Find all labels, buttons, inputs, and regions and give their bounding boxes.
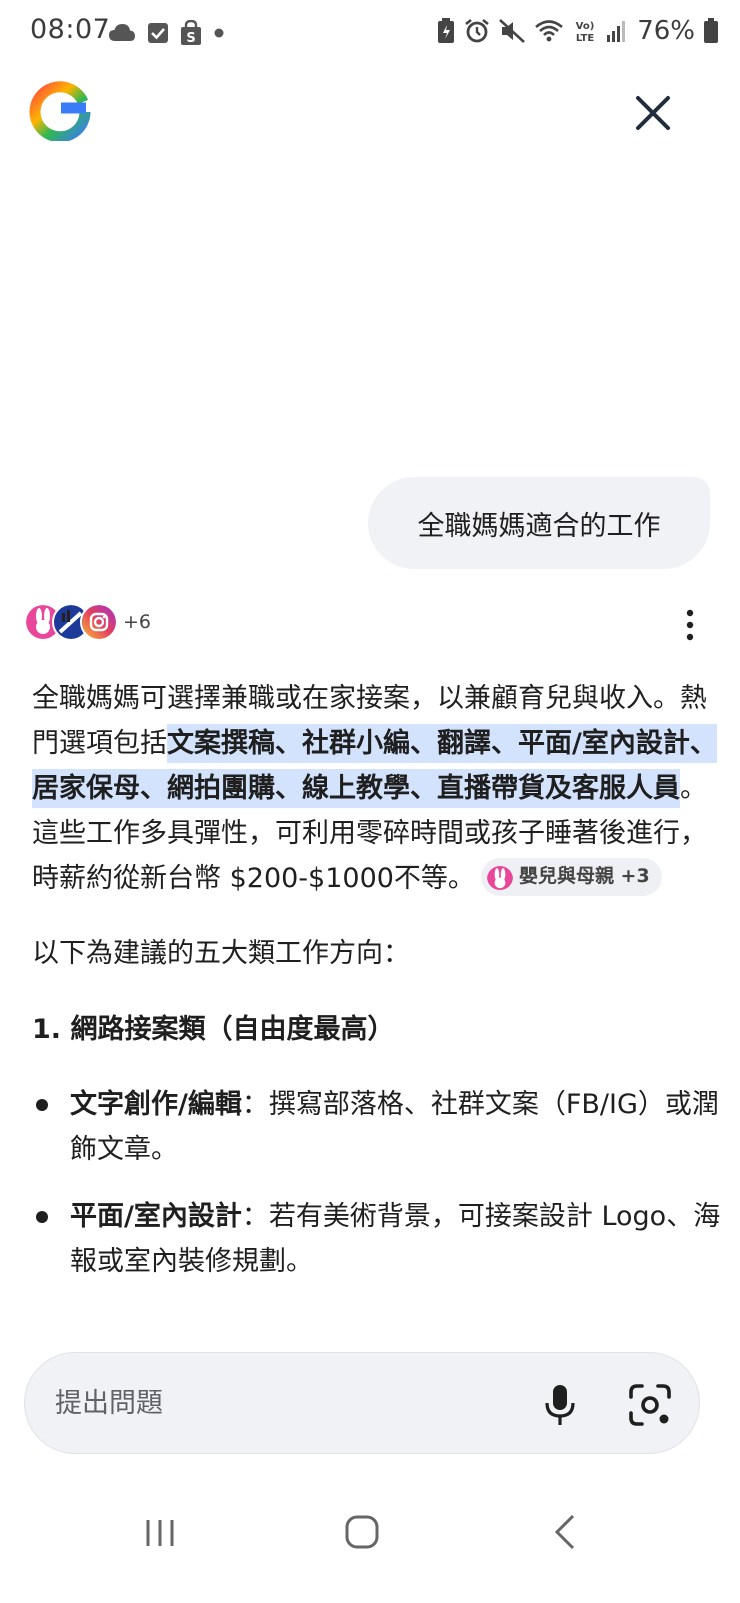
camera-lens-icon[interactable] — [628, 1383, 672, 1427]
sources-more-count: +6 — [123, 611, 152, 633]
volte-icon: Vo)LTE — [576, 21, 595, 44]
battery-percentage: 76% — [637, 16, 695, 46]
user-query-bubble: 全職媽媽適合的工作 — [368, 477, 710, 569]
cloud-icon — [109, 24, 135, 41]
bullet-list: 文字創作/編輯：撰寫部落格、社群文案（FB/IG）或潤飾文章。 平面/室內設計：… — [32, 1082, 722, 1284]
ask-input-bar — [24, 1352, 700, 1454]
list-item: 文字創作/編輯：撰寫部落格、社群文案（FB/IG）或潤飾文章。 — [32, 1082, 722, 1172]
navigation-bar — [0, 1490, 740, 1570]
microphone-icon[interactable] — [540, 1383, 580, 1427]
mute-icon — [499, 19, 526, 43]
svg-text:Vo): Vo) — [576, 21, 595, 32]
list-item: 平面/室內設計：若有美術背景，可接案設計 Logo、海報或室內裝修規劃。 — [32, 1194, 722, 1284]
wifi-icon — [535, 20, 564, 42]
home-icon[interactable] — [338, 1508, 386, 1556]
section-heading: 1. 網路接案類（自由度最高） — [32, 1014, 395, 1045]
battery-saver-icon — [438, 18, 455, 43]
citation-chip-label: 嬰兒與母親 +3 — [518, 865, 650, 887]
status-bar: 08:07 S Vo) LTE 76% — [0, 0, 740, 70]
shopping-bag-icon: S — [181, 20, 201, 46]
signal-icon — [607, 21, 626, 42]
svg-text:S: S — [186, 31, 195, 46]
citation-chip[interactable]: 嬰兒與母親 +3 — [480, 857, 662, 896]
status-time: 08:07 — [30, 14, 111, 45]
ai-answer: 全職媽媽可選擇兼職或在家接案，以兼顧育兒與收入。熱門選項包括文案撰稿、社群小編、… — [32, 676, 722, 1306]
google-g-logo — [29, 81, 91, 141]
scroll-fade — [0, 1290, 740, 1350]
status-system-icons: Vo) LTE 76% — [437, 16, 718, 46]
sources-row[interactable]: +6 — [24, 603, 151, 641]
svg-text:LTE: LTE — [576, 33, 595, 44]
list-item-title: 文字創作/編輯 — [70, 1089, 242, 1120]
close-icon[interactable] — [632, 92, 674, 134]
more-options-icon[interactable] — [680, 608, 700, 642]
answer-intro: 以下為建議的五大類工作方向： — [32, 938, 410, 969]
answer-paragraph: 全職媽媽可選擇兼職或在家接案，以兼顧育兒與收入。熱門選項包括文案撰稿、社群小編、… — [32, 676, 722, 901]
status-notification-icons: S — [108, 20, 225, 46]
instagram-source-icon — [80, 603, 118, 641]
back-icon[interactable] — [542, 1508, 590, 1556]
battery-icon — [704, 18, 718, 43]
alarm-icon — [465, 18, 490, 43]
ask-input[interactable] — [55, 1381, 495, 1425]
list-item-title: 平面/室內設計 — [70, 1201, 242, 1232]
checkbox-icon — [148, 23, 168, 43]
recents-icon[interactable] — [136, 1508, 184, 1556]
bunny-source-icon — [486, 864, 513, 890]
dot-icon — [214, 28, 224, 38]
